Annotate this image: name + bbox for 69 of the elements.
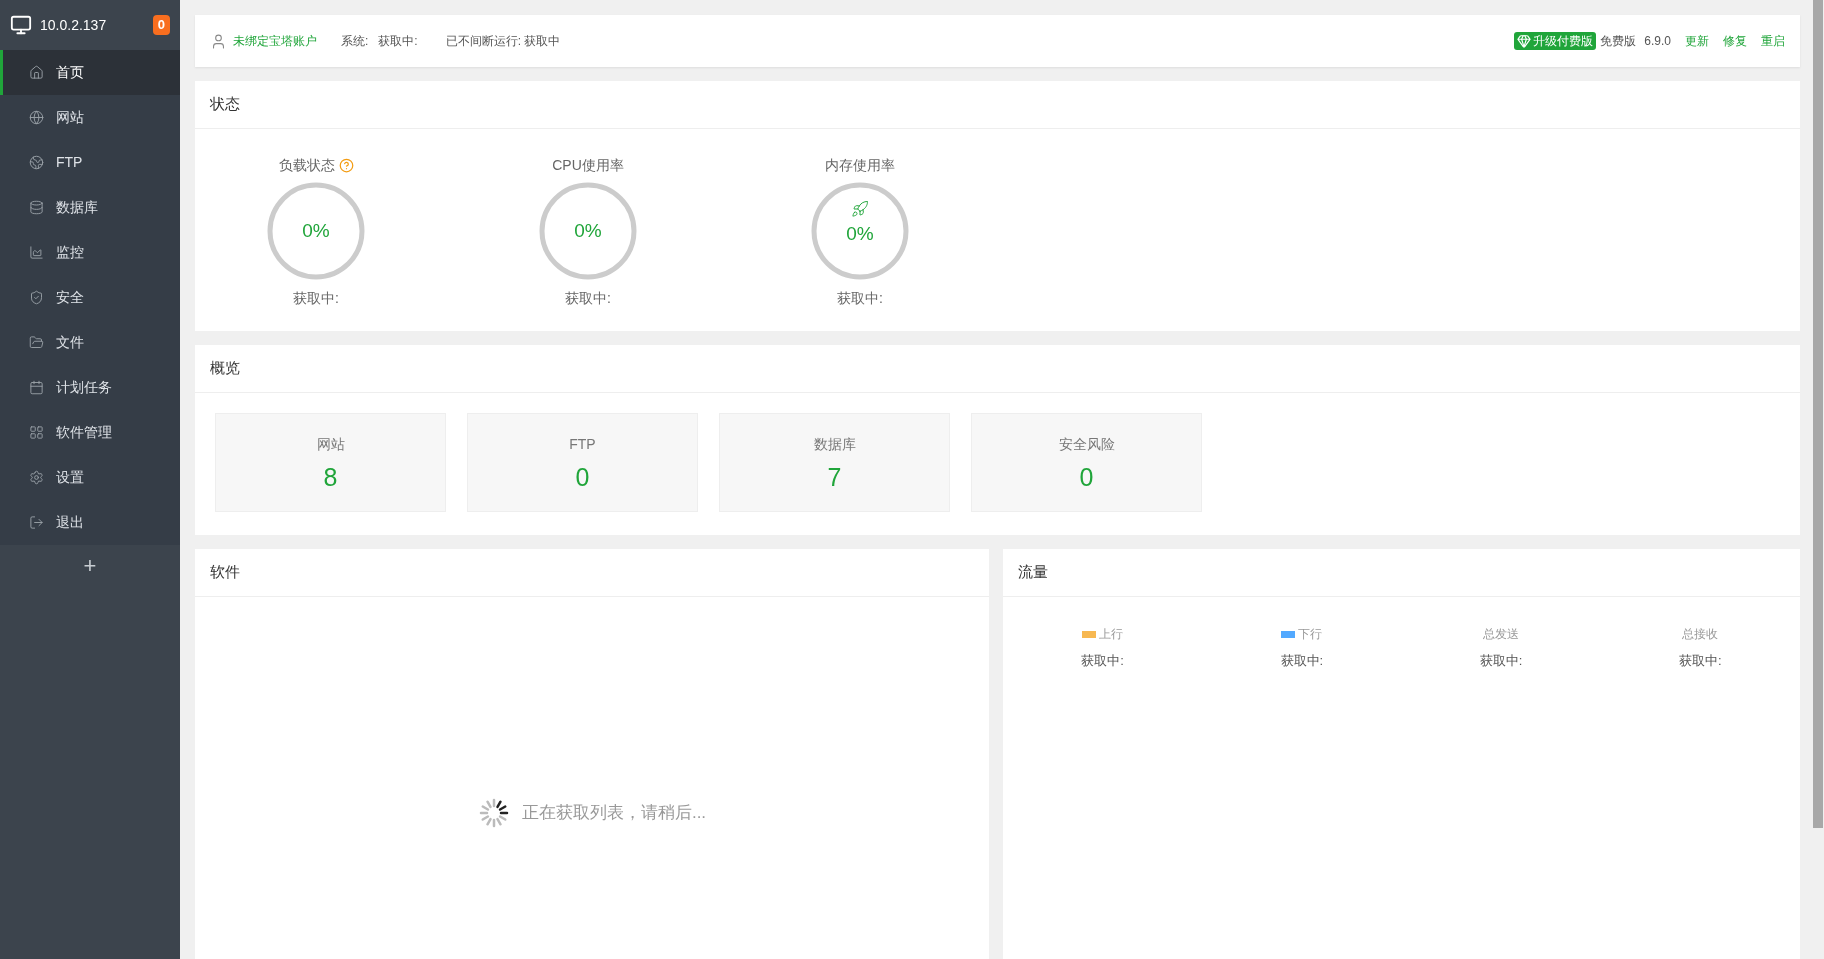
- card-label: 数据库: [813, 435, 856, 454]
- card-value: 7: [827, 462, 842, 493]
- gauge-label: CPU使用率: [552, 156, 624, 175]
- globe-icon: [29, 155, 44, 170]
- rocket-icon[interactable]: [851, 199, 869, 218]
- card-label: 网站: [316, 435, 345, 454]
- sidebar-item[interactable]: 网站: [0, 95, 180, 140]
- edition-text: 免费版: [1600, 33, 1637, 50]
- sidebar-item[interactable]: FTP: [0, 140, 180, 185]
- shield-icon: [29, 290, 44, 305]
- host-address: 10.0.2.137: [40, 15, 108, 35]
- grid-icon: [29, 425, 44, 440]
- gauge-caption: 获取中:: [565, 289, 611, 308]
- overview-card[interactable]: 数据库 7: [719, 413, 950, 512]
- user-icon: [210, 32, 227, 50]
- traffic-label: 总发送: [1483, 626, 1520, 643]
- overview-card[interactable]: 网站 8: [215, 413, 446, 512]
- card-label: FTP: [569, 435, 596, 454]
- database-icon: [29, 200, 44, 215]
- sidebar-item[interactable]: 设置: [0, 455, 180, 500]
- sidebar-item[interactable]: 首页: [0, 50, 180, 95]
- panel-title: 状态: [210, 94, 240, 115]
- monitor-icon: [10, 14, 32, 36]
- card-value: 0: [1079, 462, 1094, 493]
- traffic-value: 获取中:: [1479, 652, 1523, 670]
- add-button[interactable]: +: [0, 545, 180, 587]
- traffic-label: 总接收: [1682, 626, 1719, 643]
- gauge-value: 0%: [574, 218, 602, 243]
- help-icon[interactable]: [338, 158, 354, 173]
- traffic-label: 上行: [1099, 626, 1124, 643]
- system-label: 系统:: [341, 33, 369, 50]
- panel-title: 概览: [210, 358, 240, 379]
- traffic-value: 获取中:: [1679, 652, 1722, 670]
- sidebar-item[interactable]: 计划任务: [0, 365, 180, 410]
- traffic-label: 下行: [1298, 626, 1323, 643]
- gauge-caption: 获取中:: [293, 289, 339, 308]
- gauge-value: 0%: [302, 218, 330, 243]
- chart-icon: [29, 245, 44, 260]
- overview-card[interactable]: FTP 0: [467, 413, 698, 512]
- sidebar-item[interactable]: 安全: [0, 275, 180, 320]
- sidebar-item[interactable]: 监控: [0, 230, 180, 275]
- settings-icon: [29, 470, 44, 485]
- sidebar-item[interactable]: 文件: [0, 320, 180, 365]
- traffic-value: 获取中:: [1081, 652, 1124, 670]
- version-text: 6.9.0: [1644, 33, 1671, 50]
- loading-spinner-icon: [477, 797, 510, 829]
- globe-icon: [29, 110, 44, 125]
- folder-icon: [29, 335, 44, 350]
- sidebar-item[interactable]: 退出: [0, 500, 180, 545]
- gauge-label: 内存使用率: [825, 156, 895, 175]
- sidebar-item[interactable]: 数据库: [0, 185, 180, 230]
- loading-text: 正在获取列表，请稍后...: [521, 802, 707, 825]
- gauge-label: 负载状态: [278, 156, 335, 175]
- home-icon: [29, 65, 44, 80]
- overview-card[interactable]: 安全风险 0: [971, 413, 1202, 512]
- card-value: 0: [575, 462, 590, 493]
- panel-title: 软件: [210, 562, 240, 583]
- gauge-value: 0%: [846, 221, 874, 246]
- traffic-value: 获取中:: [1280, 652, 1324, 670]
- calendar-icon: [29, 380, 44, 395]
- sidebar-item[interactable]: 软件管理: [0, 410, 180, 455]
- logout-icon: [29, 515, 44, 530]
- panel-title: 流量: [1018, 562, 1048, 583]
- system-value: 获取中:: [378, 33, 418, 50]
- card-value: 8: [323, 462, 338, 493]
- diamond-icon: [1517, 34, 1532, 48]
- gauge-caption: 获取中:: [837, 289, 883, 308]
- uptime-text: 已不间断运行: 获取中: [445, 33, 561, 50]
- card-label: 安全风险: [1058, 435, 1115, 454]
